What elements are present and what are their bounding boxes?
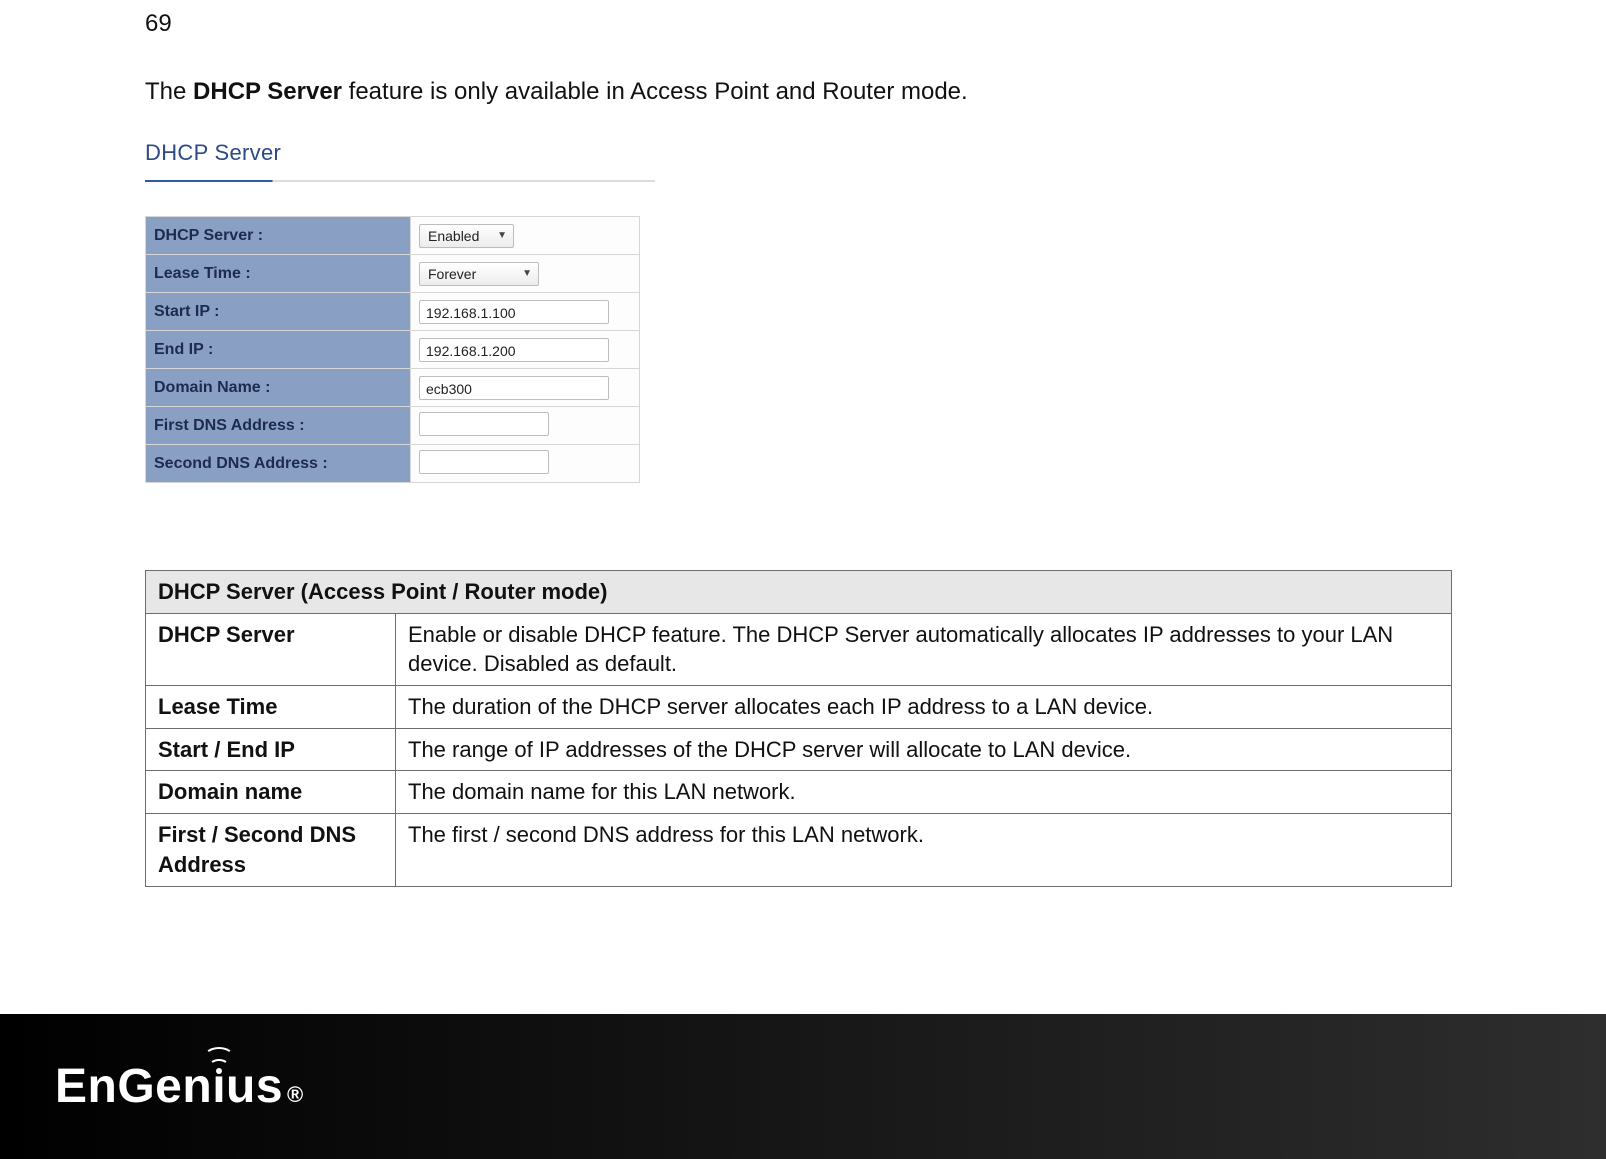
logo-text-b: us [226,1059,283,1114]
dhcp-server-select[interactable]: Enabled ▼ [419,224,514,248]
table-row: Lease Time The duration of the DHCP serv… [146,686,1452,729]
desc-name: First / Second DNS Address [146,814,396,886]
page-footer: EnGen ı us® [0,1014,1606,1159]
table-row: Start / End IP The range of IP addresses… [146,728,1452,771]
domain-name-input[interactable]: ecb300 [419,376,609,400]
row-start-ip: Start IP : 192.168.1.100 [146,293,640,331]
config-table: DHCP Server : Enabled ▼ Lease Time : For… [145,216,640,483]
row-lease-time: Lease Time : Forever ▼ [146,255,640,293]
table-row: Domain name The domain name for this LAN… [146,771,1452,814]
registered-icon: ® [287,1082,304,1108]
desc-name: Start / End IP [146,728,396,771]
desc-text: The domain name for this LAN network. [396,771,1452,814]
logo-i-wrap: ı [212,1059,226,1114]
intro-sentence: The DHCP Server feature is only availabl… [145,78,968,106]
chevron-down-icon: ▼ [497,230,507,241]
dhcp-server-select-value: Enabled [428,228,479,244]
label-dhcp-server: DHCP Server : [146,217,411,255]
desc-name: Domain name [146,771,396,814]
lease-time-select[interactable]: Forever ▼ [419,262,539,286]
desc-name: DHCP Server [146,613,396,685]
first-dns-input[interactable] [419,412,549,436]
row-first-dns: First DNS Address : [146,407,640,445]
dhcp-config-screenshot: DHCP Server DHCP Server : Enabled ▼ Leas… [145,140,655,483]
desc-text: Enable or disable DHCP feature. The DHCP… [396,613,1452,685]
intro-prefix: The [145,78,193,105]
second-dns-input[interactable] [419,450,549,474]
label-start-ip: Start IP : [146,293,411,331]
desc-text: The duration of the DHCP server allocate… [396,686,1452,729]
table-row: DHCP Server Enable or disable DHCP featu… [146,613,1452,685]
description-table-header: DHCP Server (Access Point / Router mode) [146,571,1452,614]
desc-name: Lease Time [146,686,396,729]
row-domain-name: Domain Name : ecb300 [146,369,640,407]
table-row: First / Second DNS Address The first / s… [146,814,1452,886]
desc-text: The range of IP addresses of the DHCP se… [396,728,1452,771]
engenius-logo: EnGen ı us® [55,1059,304,1114]
intro-bold: DHCP Server [193,78,342,105]
wifi-icon [204,1047,234,1074]
screenshot-title: DHCP Server [145,140,655,166]
chevron-down-icon: ▼ [522,268,532,279]
desc-text: The first / second DNS address for this … [396,814,1452,886]
lease-time-select-value: Forever [428,266,476,282]
page-number: 69 [145,10,172,38]
label-end-ip: End IP : [146,331,411,369]
label-first-dns: First DNS Address : [146,407,411,445]
logo-text-a: EnGen [55,1059,212,1114]
description-table: DHCP Server (Access Point / Router mode)… [145,570,1452,887]
row-second-dns: Second DNS Address : [146,445,640,483]
label-domain-name: Domain Name : [146,369,411,407]
label-second-dns: Second DNS Address : [146,445,411,483]
row-dhcp-server: DHCP Server : Enabled ▼ [146,217,640,255]
screenshot-divider [145,180,655,182]
start-ip-input[interactable]: 192.168.1.100 [419,300,609,324]
end-ip-input[interactable]: 192.168.1.200 [419,338,609,362]
intro-suffix: feature is only available in Access Poin… [342,78,968,105]
row-end-ip: End IP : 192.168.1.200 [146,331,640,369]
label-lease-time: Lease Time : [146,255,411,293]
